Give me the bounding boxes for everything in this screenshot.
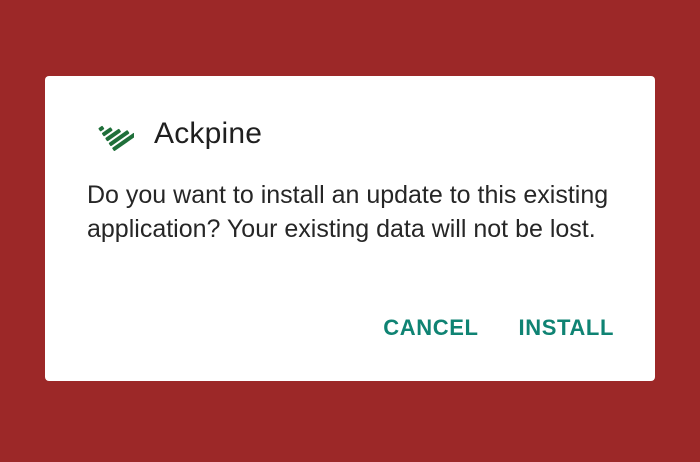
dialog-actions: CANCEL INSTALL bbox=[383, 314, 614, 342]
ackpine-leaf-icon bbox=[98, 115, 134, 151]
dialog-header: Ackpine bbox=[98, 114, 262, 152]
install-dialog: Ackpine Do you want to install an update… bbox=[45, 76, 655, 381]
cancel-button[interactable]: CANCEL bbox=[383, 314, 478, 342]
dialog-message: Do you want to install an update to this… bbox=[87, 181, 609, 243]
app-title: Ackpine bbox=[154, 117, 263, 150]
install-button[interactable]: INSTALL bbox=[519, 314, 614, 342]
